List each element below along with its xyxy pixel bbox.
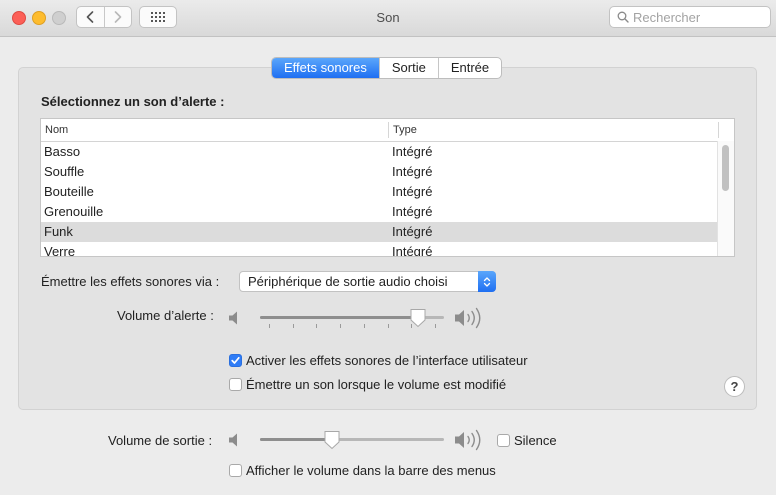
tab-input[interactable]: Entrée	[437, 58, 501, 78]
table-row[interactable]: Verre Intégré	[41, 242, 734, 257]
table-scrollbar[interactable]	[717, 141, 734, 256]
table-row[interactable]: Souffle Intégré	[41, 162, 734, 182]
slider-tick	[340, 324, 342, 328]
sound-type: Intégré	[392, 144, 433, 159]
checkmark-icon	[231, 356, 240, 364]
speaker-low-icon	[229, 433, 237, 447]
table-header: Nom Type	[41, 119, 734, 142]
scrollbar-thumb[interactable]	[722, 145, 729, 191]
slider-tick	[387, 324, 389, 328]
mute-label[interactable]: Silence	[514, 433, 557, 448]
search-field[interactable]	[609, 6, 771, 28]
popup-arrows	[478, 271, 496, 292]
column-header-type[interactable]: Type	[393, 124, 417, 136]
sound-name: Bouteille	[44, 184, 94, 199]
column-divider[interactable]	[388, 122, 389, 138]
output-volume-slider[interactable]	[260, 428, 444, 452]
table-row[interactable]: Bouteille Intégré	[41, 182, 734, 202]
sound-name: Grenouille	[44, 204, 104, 219]
slider-knob[interactable]	[409, 308, 427, 331]
slider-tick	[435, 324, 436, 328]
output-device-value: Périphérique de sortie audio choisi	[248, 274, 448, 289]
sound-type: Intégré	[392, 244, 433, 257]
help-button[interactable]: ?	[724, 376, 745, 397]
sound-type: Intégré	[392, 164, 433, 179]
slider-knob[interactable]	[323, 430, 341, 453]
speaker-high-icon	[455, 429, 481, 451]
slider-tick	[269, 324, 270, 328]
table-row-selected[interactable]: Funk Intégré	[41, 222, 734, 242]
speaker-low-icon	[229, 311, 237, 325]
up-down-chevron-icon	[483, 276, 491, 287]
slider-tick	[363, 324, 365, 328]
slider-tick	[316, 324, 318, 328]
output-device-popup[interactable]: Périphérique de sortie audio choisi	[239, 271, 496, 292]
search-icon	[617, 11, 629, 23]
search-input[interactable]	[633, 9, 763, 25]
volume-feedback-checkbox[interactable]	[229, 378, 242, 391]
column-divider[interactable]	[718, 122, 719, 138]
sound-type: Intégré	[392, 224, 433, 239]
tab-sound-effects[interactable]: Effets sonores	[272, 58, 379, 78]
menu-bar-volume-checkbox[interactable]	[229, 464, 242, 477]
ui-sounds-checkbox[interactable]	[229, 354, 242, 367]
sound-name: Basso	[44, 144, 81, 159]
tab-bar: Effets sonores Sortie Entrée	[271, 57, 503, 79]
sound-type: Intégré	[392, 184, 433, 199]
title-bar: Son	[0, 0, 776, 37]
sound-name: Funk	[44, 224, 73, 239]
sound-name: Souffle	[44, 164, 85, 179]
menu-bar-volume-label[interactable]: Afficher le volume dans la barre des men…	[246, 463, 496, 478]
mute-checkbox[interactable]	[497, 434, 510, 447]
slider-fill	[260, 438, 333, 441]
ui-sounds-label[interactable]: Activer les effets sonores de l’interfac…	[246, 353, 528, 368]
column-header-name[interactable]: Nom	[45, 124, 68, 136]
play-via-label: Émettre les effets sonores via :	[41, 274, 220, 289]
alert-volume-label: Volume d’alerte :	[117, 308, 214, 323]
output-volume-label: Volume de sortie :	[108, 433, 213, 448]
table-row[interactable]: Basso Intégré	[41, 142, 734, 162]
speaker-high-icon	[455, 307, 481, 329]
sound-type: Intégré	[392, 204, 433, 219]
alert-sound-label: Sélectionnez un son d’alerte :	[41, 94, 225, 109]
sound-name: Verre	[44, 244, 76, 257]
volume-feedback-label[interactable]: Émettre un son lorsque le volume est mod…	[246, 377, 506, 392]
alert-sound-table: Nom Type Basso Intégré Souffle Intégré B…	[40, 118, 735, 257]
table-row[interactable]: Grenouille Intégré	[41, 202, 734, 222]
tab-output[interactable]: Sortie	[378, 58, 438, 78]
alert-volume-slider[interactable]	[260, 306, 444, 330]
slider-tick	[292, 324, 294, 328]
slider-fill	[260, 316, 419, 319]
